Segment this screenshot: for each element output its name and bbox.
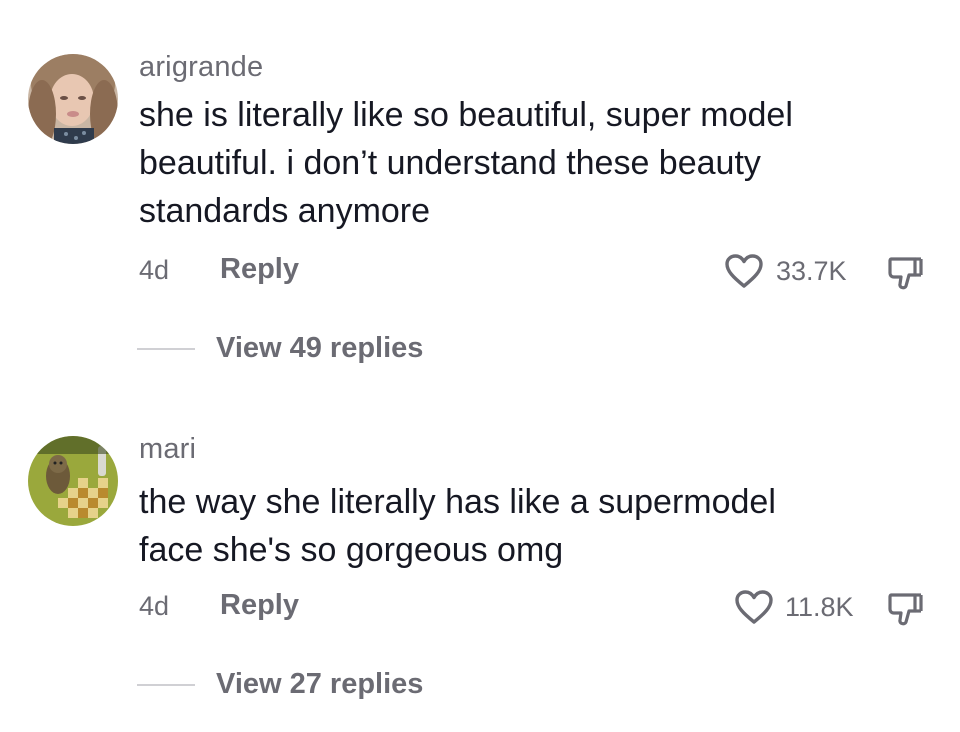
comment-username[interactable]: arigrande xyxy=(139,51,263,84)
replies-divider xyxy=(137,684,195,686)
like-button[interactable] xyxy=(734,587,774,627)
replies-divider xyxy=(137,348,195,350)
reply-button[interactable]: Reply xyxy=(220,589,299,622)
comment-text-line: face she's so gorgeous omg xyxy=(139,531,564,569)
heart-outline-icon xyxy=(735,590,773,624)
avatar-image xyxy=(28,436,118,526)
thumbs-down-outline-icon xyxy=(888,257,923,290)
comment-actions: 4d Reply 11.8K xyxy=(0,585,960,629)
dislike-button[interactable] xyxy=(885,253,925,293)
avatar[interactable] xyxy=(28,436,118,526)
like-count: 33.7K xyxy=(776,256,847,286)
comment-text-line: standards anymore xyxy=(139,192,431,230)
avatar-image xyxy=(28,54,118,144)
avatar[interactable] xyxy=(28,54,118,144)
like-button[interactable] xyxy=(724,251,764,291)
dislike-button[interactable] xyxy=(885,589,925,629)
thumbs-down-outline-icon xyxy=(888,593,923,626)
comment-text-line: the way she literally has like a supermo… xyxy=(139,483,776,521)
comment-username[interactable]: mari xyxy=(139,433,196,466)
view-replies-button[interactable]: View 49 replies xyxy=(216,332,423,365)
comment-text-line: she is literally like so beautiful, supe… xyxy=(139,96,793,134)
comment-text: the way she literally has like a supermo… xyxy=(139,478,929,574)
view-replies-row: View 49 replies xyxy=(0,328,960,368)
comment-text-line: beautiful. i don’t understand these beau… xyxy=(139,144,761,182)
comment-text: she is literally like so beautiful, supe… xyxy=(139,91,929,235)
view-replies-button[interactable]: View 27 replies xyxy=(216,668,423,701)
reply-button[interactable]: Reply xyxy=(220,253,299,286)
heart-outline-icon xyxy=(725,254,763,288)
like-count: 11.8K xyxy=(785,592,854,622)
comment-timestamp: 4d xyxy=(139,255,170,285)
comment-timestamp: 4d xyxy=(139,591,170,621)
view-replies-row: View 27 replies xyxy=(0,664,960,704)
comment-actions: 4d Reply 33.7K xyxy=(0,249,960,293)
